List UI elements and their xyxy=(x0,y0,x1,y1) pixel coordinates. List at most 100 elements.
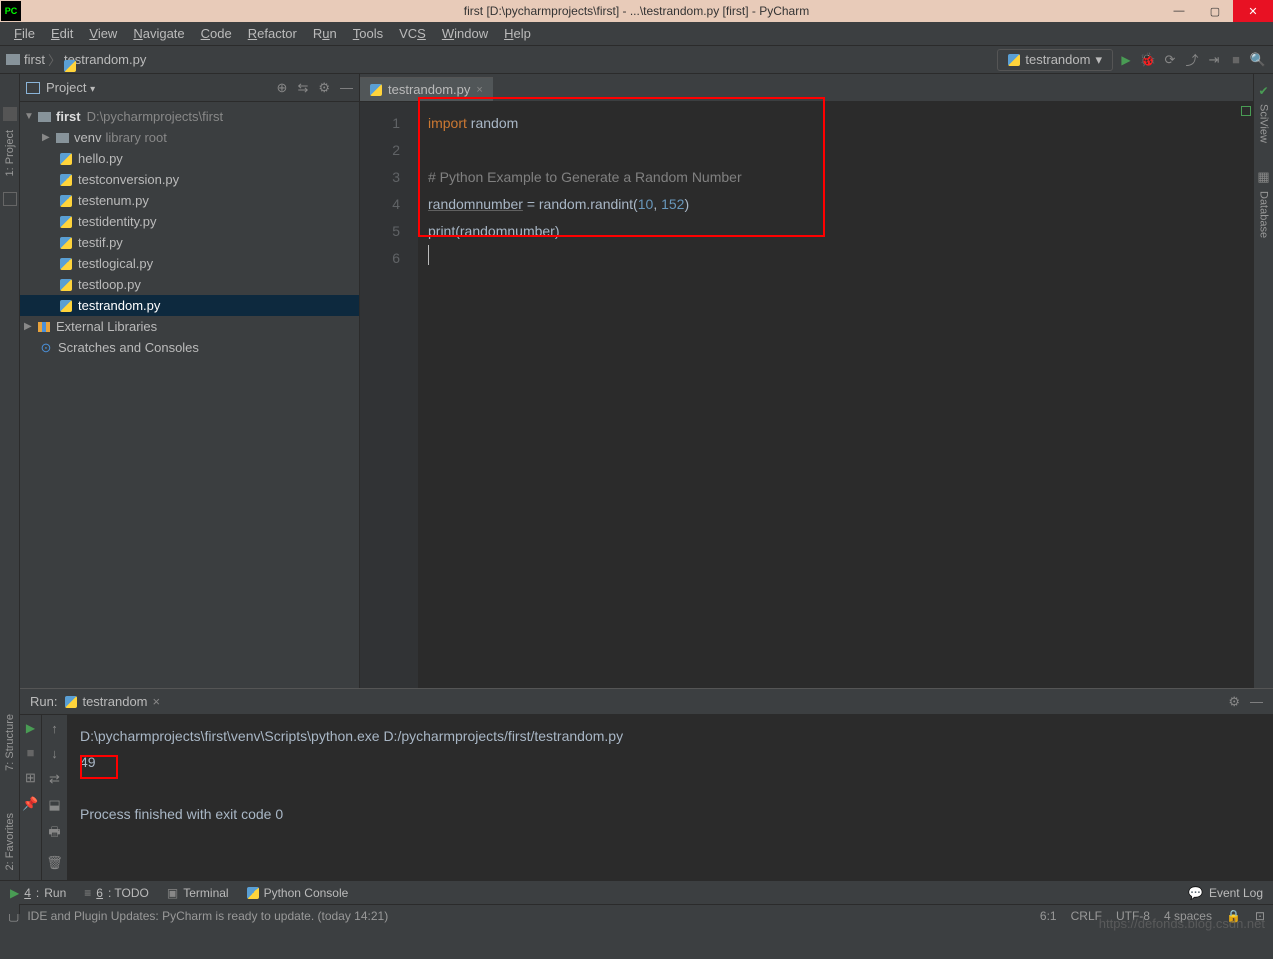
tree-file[interactable]: testlogical.py xyxy=(20,253,359,274)
tree-file[interactable]: testconversion.py xyxy=(20,169,359,190)
tree-root[interactable]: ▼ first D:\pycharmprojects\first xyxy=(20,106,359,127)
menu-window[interactable]: Window xyxy=(434,26,496,41)
tree-file[interactable]: testenum.py xyxy=(20,190,359,211)
debug-button[interactable]: 🐞 xyxy=(1139,51,1157,69)
project-tool-icon[interactable] xyxy=(3,107,17,121)
event-log-label[interactable]: Event Log xyxy=(1209,886,1263,900)
tab-python-console[interactable]: Python Console xyxy=(247,886,349,900)
profile-button[interactable]: ⤴ xyxy=(1183,51,1201,69)
attach-button[interactable]: ⇥ xyxy=(1205,51,1223,69)
menu-view[interactable]: View xyxy=(81,26,125,41)
tree-file[interactable]: hello.py xyxy=(20,148,359,169)
favorites-label[interactable]: 2: Favorites xyxy=(4,813,16,870)
hide-run-icon[interactable]: — xyxy=(1250,694,1263,710)
down-icon[interactable]: ↓ xyxy=(51,746,58,761)
gear-icon[interactable]: ⚙ xyxy=(318,80,330,96)
python-file-icon xyxy=(60,195,72,207)
tree-venv[interactable]: ▶ venv library root xyxy=(20,127,359,148)
inspection-ok-icon[interactable] xyxy=(1241,106,1251,116)
status-line-sep[interactable]: CRLF xyxy=(1071,909,1102,923)
stop-button[interactable]: ■ xyxy=(1227,51,1245,69)
editor-body[interactable]: 123 456 import random # Python Example t… xyxy=(360,102,1253,688)
sciview-label[interactable]: SciView xyxy=(1258,104,1270,143)
minimize-button[interactable]: — xyxy=(1161,0,1197,22)
project-panel-header: Project ▾ ⊕ ⇆ ⚙ — xyxy=(20,74,359,102)
tab-todo[interactable]: ≡6: TODO xyxy=(84,886,149,900)
console-exit: Process finished with exit code 0 xyxy=(80,801,1261,827)
trash-icon[interactable]: 🗑 xyxy=(46,855,63,871)
tree-file[interactable]: testif.py xyxy=(20,232,359,253)
breadcrumb-project[interactable]: first xyxy=(24,52,45,67)
line-gutter: 123 456 xyxy=(360,102,418,688)
run-tab-name: testrandom xyxy=(82,694,147,709)
run-panel-label: Run: xyxy=(30,694,57,709)
folder-icon xyxy=(38,112,51,122)
breadcrumb-file[interactable]: testrandom.py xyxy=(64,52,146,67)
close-button[interactable]: ✕ xyxy=(1233,0,1273,22)
menu-code[interactable]: Code xyxy=(193,26,240,41)
menu-run[interactable]: Run xyxy=(305,26,345,41)
structure-label[interactable]: 7: Structure xyxy=(4,714,16,771)
python-file-icon xyxy=(60,216,72,228)
python-file-icon xyxy=(60,174,72,186)
run-panel-tab[interactable]: testrandom × xyxy=(65,694,160,709)
code-area[interactable]: import random # Python Example to Genera… xyxy=(418,102,1253,688)
expand-icon[interactable]: ⇆ xyxy=(297,80,308,96)
tree-file[interactable]: testloop.py xyxy=(20,274,359,295)
scroll-icon[interactable]: ⬓ xyxy=(48,797,60,813)
rerun-icon[interactable]: ▶ xyxy=(26,721,35,735)
tree-external-libraries[interactable]: ▶ External Libraries xyxy=(20,316,359,337)
menu-file[interactable]: File xyxy=(6,26,43,41)
menu-vcs[interactable]: VCS xyxy=(391,26,434,41)
database-label[interactable]: Database xyxy=(1258,191,1270,238)
run-config-selector[interactable]: testrandom ▾ xyxy=(997,49,1113,71)
print-icon[interactable]: 🖶 xyxy=(48,823,60,845)
check-icon[interactable]: ✔ xyxy=(1258,84,1268,98)
database-icon[interactable]: ▦ xyxy=(1257,169,1269,185)
close-run-tab-icon[interactable]: × xyxy=(153,694,161,709)
tree-scratches[interactable]: ⊙ Scratches and Consoles xyxy=(20,337,359,358)
chevron-down-icon: ▾ xyxy=(1095,52,1102,68)
menu-bar: File Edit View Navigate Code Refactor Ru… xyxy=(0,22,1273,46)
console-output[interactable]: D:\pycharmprojects\first\venv\Scripts\py… xyxy=(68,715,1273,880)
tab-terminal[interactable]: ▣Terminal xyxy=(167,886,229,900)
menu-tools[interactable]: Tools xyxy=(345,26,391,41)
bookmarks-icon[interactable] xyxy=(3,192,17,206)
tree-file[interactable]: testrandom.py xyxy=(20,295,359,316)
watermark: https://defonds.blog.csdn.net xyxy=(1099,916,1265,931)
tab-run[interactable]: ▶4: Run xyxy=(10,886,66,900)
maximize-button[interactable]: ▢ xyxy=(1197,0,1233,22)
gear-icon[interactable]: ⚙ xyxy=(1228,694,1240,710)
wrap-icon[interactable]: ⇄ xyxy=(49,771,60,787)
tree-file[interactable]: testidentity.py xyxy=(20,211,359,232)
tree-file-name: testidentity.py xyxy=(78,214,157,229)
navigation-bar: first 〉 testrandom.py testrandom ▾ ▶ 🐞 ⟳… xyxy=(0,46,1273,74)
layout-icon[interactable]: ⊞ xyxy=(25,770,36,786)
locate-icon[interactable]: ⊕ xyxy=(277,80,288,96)
project-panel-title[interactable]: Project ▾ xyxy=(46,80,277,95)
coverage-button[interactable]: ⟳ xyxy=(1161,51,1179,69)
editor-area: testrandom.py × 123 456 import random # … xyxy=(360,74,1253,688)
title-bar: PC first [D:\pycharmprojects\first] - ..… xyxy=(0,0,1273,22)
menu-help[interactable]: Help xyxy=(496,26,539,41)
event-log-icon[interactable]: 💬 xyxy=(1188,886,1203,900)
tree-file-name: hello.py xyxy=(78,151,123,166)
menu-edit[interactable]: Edit xyxy=(43,26,81,41)
search-everywhere-button[interactable]: 🔍 xyxy=(1249,51,1267,69)
project-tool-label[interactable]: 1: Project xyxy=(4,130,16,176)
editor-tab-active[interactable]: testrandom.py × xyxy=(360,77,493,101)
tree-venv-name: venv xyxy=(74,130,101,145)
tree-file-name: testif.py xyxy=(78,235,123,250)
up-icon[interactable]: ↑ xyxy=(51,721,58,736)
console-command: D:\pycharmprojects\first\venv\Scripts\py… xyxy=(80,723,1261,749)
close-tab-icon[interactable]: × xyxy=(476,84,482,96)
status-position[interactable]: 6:1 xyxy=(1040,909,1057,923)
menu-navigate[interactable]: Navigate xyxy=(125,26,192,41)
python-file-icon xyxy=(60,153,72,165)
pin-icon[interactable]: 📌 xyxy=(22,796,38,812)
tree-file-name: testlogical.py xyxy=(78,256,153,271)
run-button[interactable]: ▶ xyxy=(1117,51,1135,69)
hide-icon[interactable]: — xyxy=(340,80,353,96)
stop-icon[interactable]: ■ xyxy=(27,745,35,760)
menu-refactor[interactable]: Refactor xyxy=(240,26,305,41)
